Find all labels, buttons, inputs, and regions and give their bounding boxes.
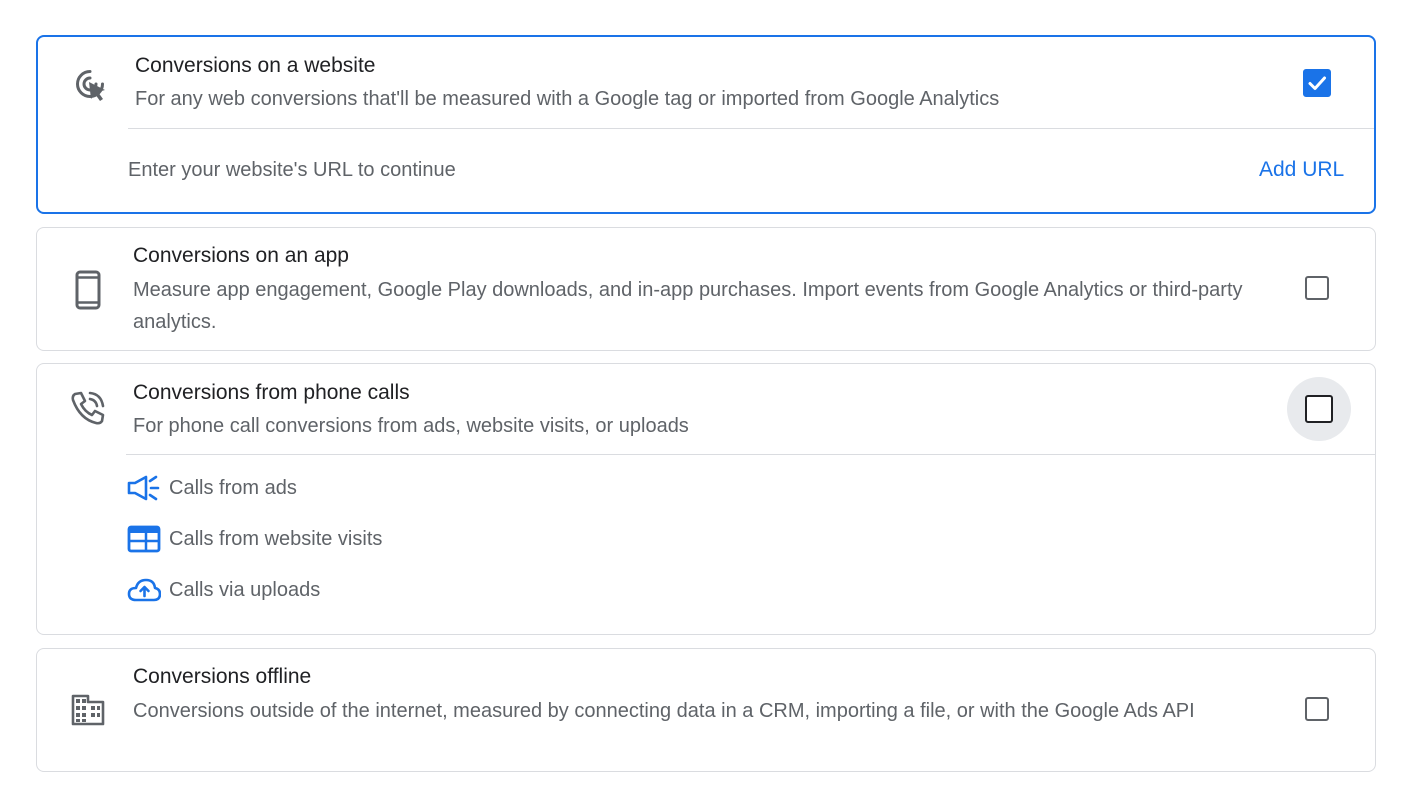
- offline-conversion-card[interactable]: Conversions offline Conversions outside …: [36, 648, 1376, 772]
- building-icon: [71, 694, 105, 731]
- offline-card-description: Conversions outside of the internet, mea…: [133, 700, 1195, 722]
- offline-card-title: Conversions offline: [133, 665, 312, 688]
- phone-card-divider: [126, 454, 1375, 455]
- smartphone-icon: [74, 270, 102, 315]
- website-conversion-card[interactable]: Conversions on a website For any web con…: [36, 35, 1376, 214]
- sub-item-calls-from-website-visits: Calls from website visits: [127, 523, 382, 555]
- website-card-title: Conversions on a website: [135, 54, 376, 77]
- url-prompt: Enter your website's URL to continue: [128, 159, 456, 181]
- phone-checkbox[interactable]: [1305, 395, 1333, 423]
- sub-item-label: Calls from website visits: [169, 527, 383, 550]
- offline-checkbox[interactable]: [1305, 697, 1329, 721]
- website-card-divider: [128, 128, 1374, 129]
- app-card-title: Conversions on an app: [133, 244, 349, 267]
- sub-item-calls-from-ads: Calls from ads: [127, 472, 297, 504]
- campaign-icon: [127, 472, 161, 504]
- sub-item-calls-via-uploads: Calls via uploads: [127, 574, 320, 606]
- phone-card-description: For phone call conversions from ads, web…: [133, 415, 689, 437]
- phone-call-icon: [68, 388, 108, 433]
- phone-card-title: Conversions from phone calls: [133, 381, 410, 404]
- ads-click-icon: [71, 65, 111, 110]
- sub-item-label: Calls from ads: [169, 476, 297, 499]
- app-conversion-card[interactable]: Conversions on an app Measure app engage…: [36, 227, 1376, 351]
- app-card-description: Measure app engagement, Google Play down…: [133, 279, 1243, 333]
- add-url-button[interactable]: Add URL: [1259, 158, 1344, 182]
- website-checkbox[interactable]: [1303, 69, 1331, 97]
- web-icon: [127, 523, 161, 555]
- website-card-description: For any web conversions that'll be measu…: [135, 88, 1000, 110]
- app-checkbox[interactable]: [1305, 276, 1329, 300]
- phone-conversion-card[interactable]: Conversions from phone calls For phone c…: [36, 363, 1376, 635]
- sub-item-label: Calls via uploads: [169, 578, 321, 601]
- cloud-upload-icon: [127, 574, 161, 606]
